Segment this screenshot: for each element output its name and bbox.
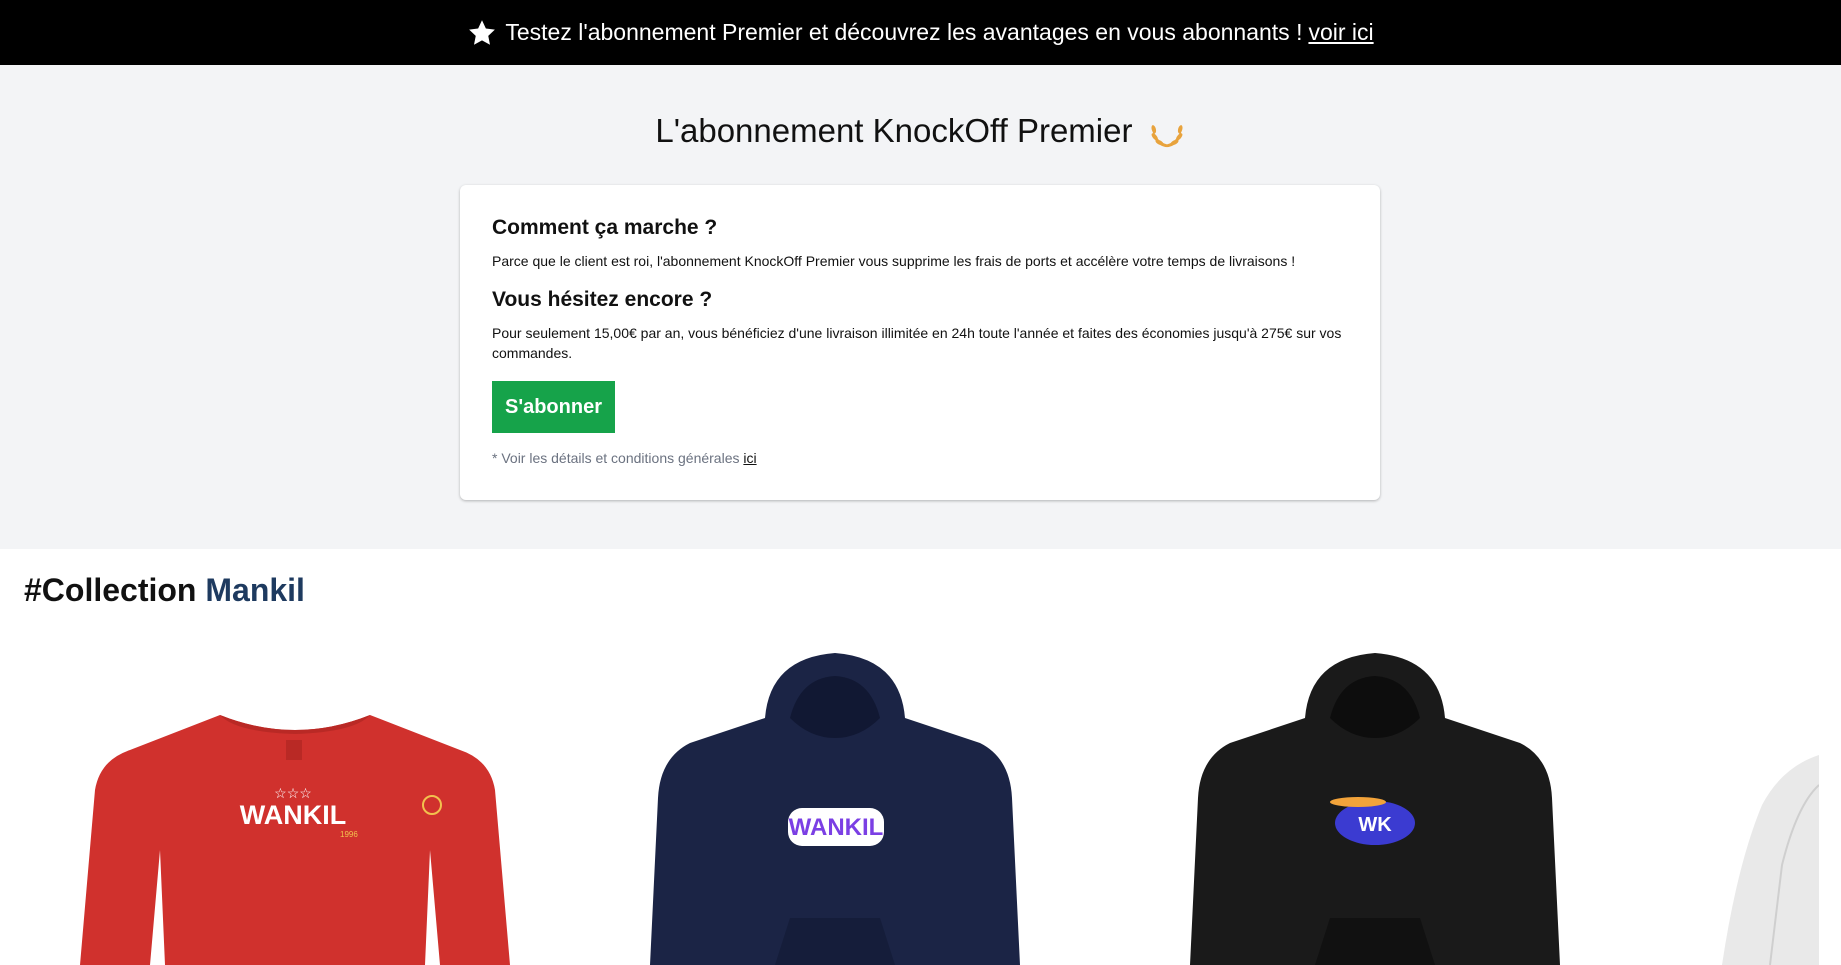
product-stars: ☆☆☆	[274, 785, 312, 801]
collection-title-accent: Mankil	[205, 572, 305, 608]
product-image-red-sweatshirt[interactable]: ☆☆☆ WANKIL 1996	[80, 700, 510, 965]
terms-link[interactable]: ici	[743, 450, 756, 466]
how-it-works-heading: Comment ça marche ?	[492, 216, 718, 239]
subscription-card: Comment ça marche ? Parce que le client …	[460, 185, 1380, 500]
announcement-bar: Testez l'abonnement Premier et découvrez…	[0, 0, 1841, 65]
subscribe-button[interactable]: S'abonner	[492, 381, 615, 433]
product-logo-text: WANKIL	[789, 814, 884, 841]
how-it-works-text: Parce que le client est roi, l'abonnemen…	[492, 253, 1296, 269]
terms-note-text: * Voir les détails et conditions général…	[492, 450, 740, 466]
page-title-text: L'abonnement KnockOff Premier	[655, 112, 1133, 149]
product-year: 1996	[340, 830, 358, 839]
terms-note: * Voir les détails et conditions général…	[492, 450, 757, 466]
announcement-link[interactable]: voir ici	[1308, 19, 1373, 46]
still-hesitating-heading: Vous hésitez encore ?	[492, 288, 713, 311]
star-icon	[469, 19, 496, 45]
laurel-icon	[1151, 125, 1183, 148]
announcement-text: Testez l'abonnement Premier et découvrez…	[505, 19, 1303, 45]
product-image-white-hoodie[interactable]	[1722, 755, 1819, 965]
collection-title-prefix: #Collection	[24, 572, 197, 608]
product-image-black-hoodie[interactable]: WK	[1190, 648, 1560, 965]
premium-section: L'abonnement KnockOff Premier Comment ça…	[0, 65, 1841, 549]
product-image-navy-hoodie[interactable]: WANKIL	[650, 648, 1020, 965]
product-logo-text: WANKIL	[240, 800, 346, 830]
offer-text: Pour seulement 15,00€ par an, vous bénéf…	[492, 325, 1342, 361]
page-title: L'abonnement KnockOff Premier	[0, 112, 1841, 150]
collection-title: #Collection Mankil	[24, 572, 305, 609]
product-logo-text: WK	[1358, 814, 1392, 836]
